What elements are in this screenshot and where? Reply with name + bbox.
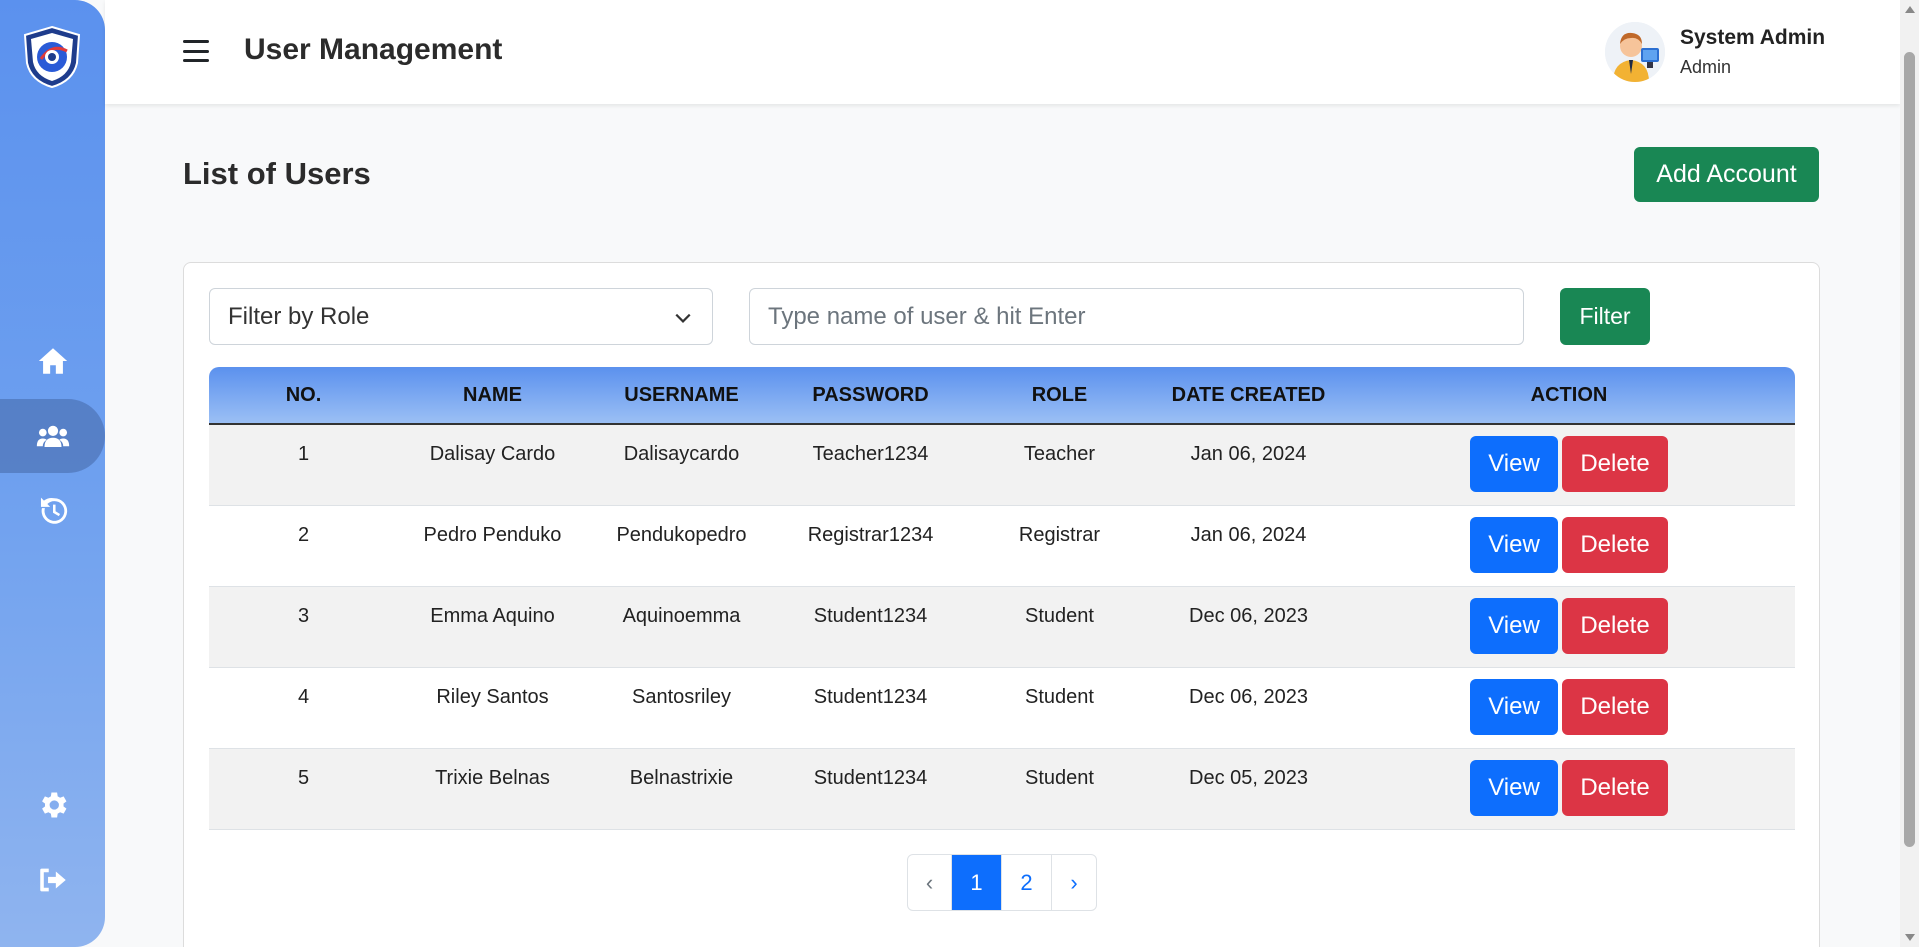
view-button[interactable]: View (1470, 678, 1558, 735)
hamburger-menu-icon[interactable] (183, 40, 209, 62)
table-row: 2 Pedro Penduko Pendukopedro Registrar12… (209, 505, 1795, 587)
cell-role: Student (965, 586, 1154, 668)
vertical-scrollbar[interactable] (1900, 0, 1919, 947)
delete-button[interactable]: Delete (1562, 597, 1668, 654)
cell-action: View Delete (1343, 667, 1795, 749)
cell-no: 4 (209, 667, 398, 749)
delete-button[interactable]: Delete (1562, 759, 1668, 816)
cell-username: Pendukopedro (587, 505, 776, 587)
app-root: User Management System Admin Admin List … (0, 0, 1919, 947)
column-header-username: USERNAME (587, 367, 776, 425)
column-header-no: NO. (209, 367, 398, 425)
cell-username: Dalisaycardo (587, 424, 776, 506)
search-input[interactable] (749, 288, 1524, 345)
users-table-wrapper: NO. NAME USERNAME PASSWORD ROLE DATE CRE… (209, 367, 1795, 830)
cell-role: Registrar (965, 505, 1154, 587)
filter-button[interactable]: Filter (1560, 288, 1650, 345)
cell-password: Student1234 (776, 586, 965, 668)
column-header-password: PASSWORD (776, 367, 965, 425)
sidebar-item-logout[interactable] (0, 843, 105, 917)
cell-password: Student1234 (776, 748, 965, 830)
users-icon (36, 425, 69, 448)
view-button[interactable]: View (1470, 597, 1558, 654)
avatar[interactable] (1605, 22, 1665, 82)
cell-name: Emma Aquino (398, 586, 587, 668)
role-filter-label: Filter by Role (228, 302, 370, 330)
cell-date-created: Jan 06, 2024 (1154, 424, 1343, 506)
sidebar (0, 0, 105, 947)
scroll-down-arrow-icon[interactable] (1905, 934, 1915, 941)
users-table: NO. NAME USERNAME PASSWORD ROLE DATE CRE… (209, 367, 1795, 830)
table-row: 4 Riley Santos Santosriley Student1234 S… (209, 667, 1795, 749)
column-header-role: ROLE (965, 367, 1154, 425)
table-header: NO. NAME USERNAME PASSWORD ROLE DATE CRE… (209, 367, 1795, 425)
table-row: 5 Trixie Belnas Belnastrixie Student1234… (209, 748, 1795, 830)
cell-name: Riley Santos (398, 667, 587, 749)
cell-username: Belnastrixie (587, 748, 776, 830)
cell-date-created: Dec 05, 2023 (1154, 748, 1343, 830)
user-role: Admin (1680, 57, 1732, 77)
cell-date-created: Dec 06, 2023 (1154, 667, 1343, 749)
cell-password: Registrar1234 (776, 505, 965, 587)
cell-password: Student1234 (776, 667, 965, 749)
column-header-action: ACTION (1343, 367, 1795, 425)
column-header-date-created: DATE CREATED (1154, 367, 1343, 425)
cell-no: 1 (209, 424, 398, 506)
cell-name: Dalisay Cardo (398, 424, 587, 506)
cell-no: 3 (209, 586, 398, 668)
cell-no: 5 (209, 748, 398, 830)
cell-role: Student (965, 667, 1154, 749)
table-row: 3 Emma Aquino Aquinoemma Student1234 Stu… (209, 586, 1795, 668)
school-logo (21, 25, 83, 89)
column-header-name: NAME (398, 367, 587, 425)
cell-no: 2 (209, 505, 398, 587)
add-account-button[interactable]: Add Account (1634, 147, 1819, 202)
view-button[interactable]: View (1470, 516, 1558, 573)
cell-date-created: Jan 06, 2024 (1154, 505, 1343, 587)
cell-action: View Delete (1343, 586, 1795, 668)
history-icon (40, 497, 67, 524)
scrollbar-thumb[interactable] (1904, 52, 1915, 847)
chevron-down-icon (675, 313, 691, 323)
page-title: User Management (244, 33, 503, 66)
cell-username: Aquinoemma (587, 586, 776, 668)
logout-icon (39, 868, 66, 892)
cell-username: Santosriley (587, 667, 776, 749)
sidebar-item-home[interactable] (0, 324, 105, 398)
pagination-page-2[interactable]: 2 (1002, 855, 1052, 910)
sidebar-item-history[interactable] (0, 474, 105, 548)
gear-icon (41, 792, 66, 818)
cell-date-created: Dec 06, 2023 (1154, 586, 1343, 668)
pagination: ‹ 1 2 › (907, 854, 1097, 911)
sidebar-item-users[interactable] (0, 399, 105, 473)
sidebar-item-settings[interactable] (0, 768, 105, 842)
cell-name: Pedro Penduko (398, 505, 587, 587)
delete-button[interactable]: Delete (1562, 678, 1668, 735)
scroll-up-arrow-icon[interactable] (1905, 6, 1915, 13)
section-title: List of Users (183, 156, 371, 191)
delete-button[interactable]: Delete (1562, 516, 1668, 573)
view-button[interactable]: View (1470, 436, 1558, 492)
users-card: Filter by Role Filter NO. NAME USERNAME … (183, 262, 1820, 947)
home-icon (38, 348, 67, 374)
user-name: System Admin (1680, 26, 1826, 49)
pagination-page-1[interactable]: 1 (952, 855, 1002, 910)
cell-role: Student (965, 748, 1154, 830)
top-header: User Management System Admin Admin (105, 0, 1900, 104)
pagination-next-button[interactable]: › (1052, 855, 1096, 910)
cell-role: Teacher (965, 424, 1154, 506)
cell-action: View Delete (1343, 748, 1795, 830)
table-row: 1 Dalisay Cardo Dalisaycardo Teacher1234… (209, 424, 1795, 506)
role-filter-select[interactable]: Filter by Role (209, 288, 713, 345)
delete-button[interactable]: Delete (1562, 436, 1668, 492)
table-body: 1 Dalisay Cardo Dalisaycardo Teacher1234… (209, 424, 1795, 830)
pagination-prev-button[interactable]: ‹ (908, 855, 952, 910)
view-button[interactable]: View (1470, 759, 1558, 816)
cell-password: Teacher1234 (776, 424, 965, 506)
cell-name: Trixie Belnas (398, 748, 587, 830)
cell-action: View Delete (1343, 505, 1795, 587)
cell-action: View Delete (1343, 424, 1795, 506)
